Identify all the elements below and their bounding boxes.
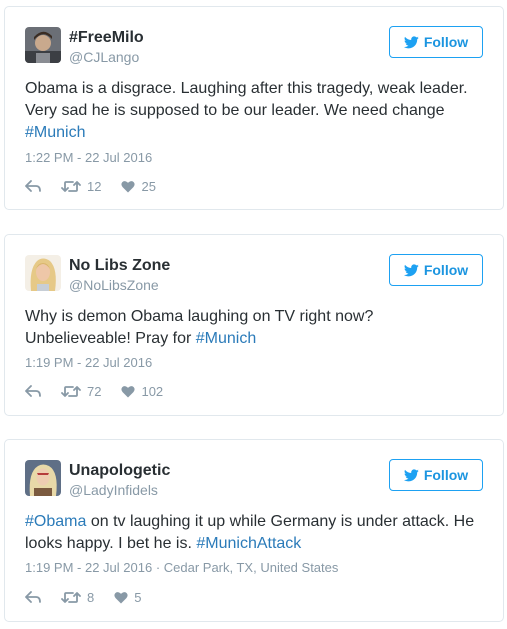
retweet-icon: [61, 385, 81, 397]
retweet-count: 12: [87, 178, 102, 194]
twitter-bird-icon: [403, 35, 419, 48]
timestamp[interactable]: 1:19 PM - 22 Jul 2016: [25, 560, 152, 575]
follow-label: Follow: [423, 262, 469, 278]
reply-icon: [25, 590, 41, 603]
tweet-actions: 8 5: [25, 588, 161, 606]
reply-button[interactable]: [25, 384, 41, 398]
retweet-icon: [61, 591, 81, 603]
like-count: 25: [141, 178, 156, 194]
tweet-card: No Libs Zone @NoLibsZone Follow Why is d…: [4, 234, 504, 416]
user-handle[interactable]: @NoLibsZone: [69, 276, 159, 294]
retweet-button[interactable]: 8: [61, 590, 94, 605]
avatar[interactable]: [25, 27, 61, 63]
heart-icon: [114, 591, 128, 603]
tweet-text-line: Why is demon Obama laughing on TV right …: [25, 308, 374, 325]
tweet-text-line: #Obama on tv laughing it up while German…: [25, 511, 483, 533]
retweet-count: 72: [87, 383, 102, 399]
retweet-count: 8: [87, 589, 95, 605]
follow-button[interactable]: Follow: [389, 26, 483, 58]
like-button[interactable]: 102: [121, 384, 163, 399]
reply-icon: [25, 384, 41, 397]
tweet-actions: 12 25: [25, 177, 176, 195]
timestamp[interactable]: 1:22 PM - 22 Jul 2016: [25, 150, 152, 166]
location-link[interactable]: · Cedar Park, TX, United States: [152, 560, 339, 575]
hashtag-link[interactable]: #Munich: [196, 330, 256, 347]
tweet-text-line: looks happy. I bet he is. #MunichAttack: [25, 533, 483, 555]
tweet-card: Unapologetic @LadyInfidels Follow #Obama…: [4, 439, 504, 622]
timestamp-location: 1:19 PM - 22 Jul 2016 · Cedar Park, TX, …: [25, 560, 338, 576]
like-button[interactable]: 25: [121, 178, 156, 194]
twitter-bird-icon: [403, 263, 419, 276]
timestamp[interactable]: 1:19 PM - 22 Jul 2016: [25, 355, 152, 371]
tweet-text-segment: Unbelieveable! Pray for: [25, 330, 196, 347]
follow-label: Follow: [423, 34, 469, 50]
heart-icon: [121, 180, 136, 192]
tweet-text-line: #Munich: [25, 122, 483, 144]
reply-button[interactable]: [25, 590, 41, 604]
hashtag-link[interactable]: #MunichAttack: [196, 535, 301, 552]
tweet-text-segment: on tv laughing it up while Germany is un…: [86, 513, 475, 530]
reply-icon: [25, 179, 41, 192]
tweet-text-line: Obama is a disgrace. Laughing after this…: [25, 80, 468, 97]
follow-label: Follow: [423, 467, 469, 483]
like-count: 102: [141, 383, 164, 399]
follow-button[interactable]: Follow: [389, 254, 483, 286]
tweet-text-line: Unbelieveable! Pray for #Munich: [25, 328, 483, 350]
display-name[interactable]: No Libs Zone: [69, 256, 170, 276]
display-name[interactable]: Unapologetic: [69, 461, 170, 481]
twitter-bird-icon: [403, 468, 419, 481]
reply-button[interactable]: [25, 179, 41, 193]
hashtag-link[interactable]: #Munich: [25, 124, 85, 141]
display-name[interactable]: #FreeMilo: [69, 28, 144, 48]
retweet-icon: [61, 180, 81, 192]
like-button[interactable]: 5: [114, 590, 141, 605]
heart-icon: [121, 385, 136, 397]
tweet-actions: 72 102: [25, 382, 183, 400]
user-handle[interactable]: @LadyInfidels: [69, 481, 158, 499]
user-handle[interactable]: @CJLango: [69, 48, 139, 66]
tweet-text-segment: looks happy. I bet he is.: [25, 535, 197, 552]
retweet-button[interactable]: 72: [61, 384, 101, 399]
avatar[interactable]: [25, 460, 61, 496]
follow-button[interactable]: Follow: [389, 459, 483, 491]
hashtag-link[interactable]: #Obama: [25, 513, 86, 530]
like-count: 5: [134, 589, 142, 605]
tweet-text-line: Very sad he is supposed to be our leader…: [25, 102, 445, 119]
avatar[interactable]: [25, 255, 61, 291]
tweet-card: #FreeMilo @CJLango Follow Obama is a dis…: [4, 6, 504, 210]
retweet-button[interactable]: 12: [61, 179, 101, 194]
